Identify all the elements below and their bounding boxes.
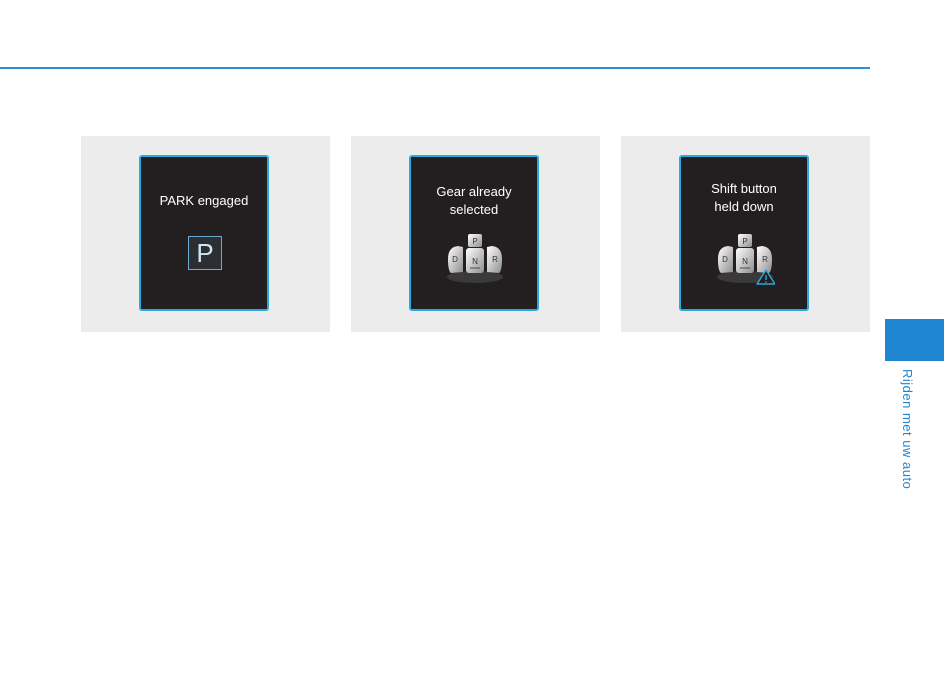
display-message: PARK engaged [159, 193, 249, 208]
svg-text:R: R [762, 255, 768, 264]
gear-buttons-icon: P N D R [447, 234, 503, 283]
display-message: Gear already selected [436, 184, 512, 217]
svg-text:N: N [472, 257, 478, 266]
panel-park-engaged: PARK engaged P [81, 136, 330, 332]
panel-gear-already-selected: Gear already selected P N D R [351, 136, 600, 332]
svg-text:D: D [722, 255, 728, 264]
park-indicator-icon: P [188, 236, 222, 270]
display-message: Shift button held down [711, 181, 777, 214]
gear-buttons-warning-icon: P N D R [717, 234, 775, 285]
svg-text:N: N [742, 257, 748, 266]
display-screen: Gear already selected P N D R [409, 155, 539, 311]
chapter-label: Rijden met uw auto [900, 369, 915, 490]
svg-text:P: P [742, 237, 747, 246]
svg-text:P: P [472, 237, 477, 246]
svg-text:D: D [452, 255, 458, 264]
header-rule [0, 67, 870, 69]
svg-text:R: R [492, 255, 498, 264]
display-screen: PARK engaged P [139, 155, 269, 311]
panel-shift-button-held: Shift button held down P N D R [621, 136, 870, 332]
display-screen: Shift button held down P N D R [679, 155, 809, 311]
chapter-tab [885, 319, 944, 361]
